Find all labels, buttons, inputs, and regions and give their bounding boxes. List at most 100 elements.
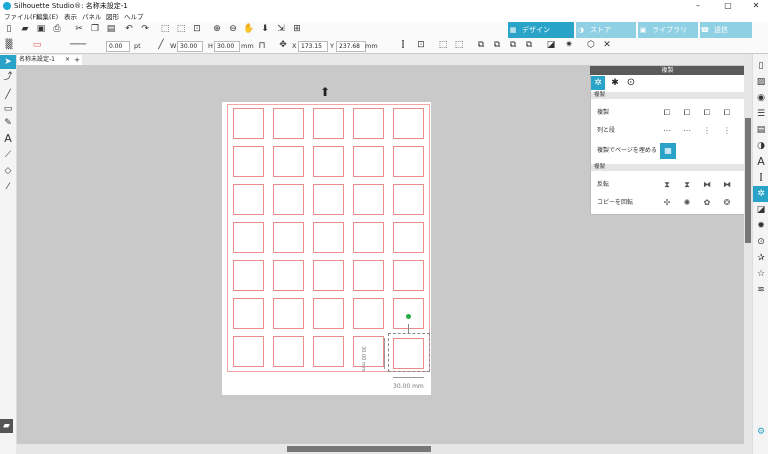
new-doc-icon[interactable]: ▯	[2, 22, 16, 36]
panel-replicate-tab-icon[interactable]: ✲	[591, 76, 605, 90]
close-window-button[interactable]: ✕	[746, 0, 766, 12]
fill-pattern-icon[interactable]: ▒	[2, 38, 16, 52]
bring-forward-icon[interactable]: ⧉	[506, 38, 520, 52]
rotate-three-icon[interactable]: ✺	[680, 198, 694, 208]
modify-icon[interactable]: ◪	[753, 202, 768, 218]
text-tool-icon[interactable]: A	[0, 132, 16, 146]
rectangle-tool-icon[interactable]: ▭	[0, 102, 16, 116]
redo-icon[interactable]: ↷	[138, 22, 152, 36]
duplicate-above-icon[interactable]: ⧠	[720, 108, 734, 118]
line-tool-icon[interactable]: ╱	[0, 88, 16, 102]
knife-tool-icon[interactable]: ⟋	[0, 148, 16, 162]
mirror-right-icon[interactable]: ⧓	[720, 180, 734, 190]
move-icon[interactable]: ✥	[276, 38, 290, 52]
menu-help[interactable]: ヘルプ	[124, 12, 144, 22]
minimize-button[interactable]: –	[688, 0, 708, 12]
lock-aspect-icon[interactable]: ⊓	[255, 39, 269, 53]
open-folder-icon[interactable]: ▰	[18, 22, 32, 36]
save-icon[interactable]: ▣	[34, 22, 48, 36]
replicated-square[interactable]	[353, 146, 384, 177]
move-down-icon[interactable]: ⬇	[258, 22, 272, 36]
replicated-square[interactable]	[273, 184, 304, 215]
rotate-handle[interactable]	[406, 314, 411, 319]
rotate-circle-icon[interactable]: ❂	[720, 198, 734, 208]
replicated-square[interactable]	[313, 222, 344, 253]
deselect-icon[interactable]: ⬚	[174, 22, 188, 36]
align-icon[interactable]: ⫿	[396, 38, 410, 52]
replicated-square[interactable]	[273, 336, 304, 367]
sketch-icon[interactable]: ✰	[753, 250, 768, 266]
tab-library[interactable]: ▣ ライブラリ	[638, 22, 698, 38]
replicated-square[interactable]	[353, 260, 384, 291]
tab-send[interactable]: ☎ 送信	[700, 22, 752, 38]
zoom-in-icon[interactable]: ⊕	[210, 22, 224, 36]
replicated-square[interactable]	[233, 108, 264, 139]
replicated-square[interactable]	[233, 146, 264, 177]
group-icon[interactable]: ⬚	[436, 38, 450, 52]
align-panel-icon[interactable]: ⫿	[753, 170, 768, 186]
replicated-square[interactable]	[393, 222, 424, 253]
fill-icon[interactable]: ▤	[753, 122, 768, 138]
replicated-square[interactable]	[353, 336, 384, 367]
select-tool-icon[interactable]: ➤	[0, 55, 16, 69]
fit-page-icon[interactable]: ⇲	[274, 22, 288, 36]
replicated-square[interactable]	[233, 298, 264, 329]
replicated-square[interactable]	[273, 108, 304, 139]
bring-front-icon[interactable]: ⧉	[474, 38, 488, 52]
replicated-square[interactable]	[313, 336, 344, 367]
replicated-square[interactable]	[393, 108, 424, 139]
fill-page-icon[interactable]: ▦	[660, 143, 676, 159]
cut-icon[interactable]: ✂	[72, 22, 86, 36]
replicated-square[interactable]	[273, 146, 304, 177]
mirror-left-icon[interactable]: ⧓	[700, 180, 714, 190]
menu-file[interactable]: ファイル(F)	[4, 12, 39, 22]
center-icon[interactable]: ⊡	[414, 38, 428, 52]
vertical-scrollbar[interactable]	[744, 54, 752, 444]
star-shape-icon[interactable]: ✷	[562, 38, 576, 52]
menu-edit[interactable]: 編集(E)	[36, 12, 58, 22]
panel-mirror-tab-icon[interactable]: ✱	[608, 76, 622, 90]
vertical-scroll-thumb[interactable]	[745, 118, 751, 243]
flip-horizontal-icon[interactable]: ⧗	[660, 180, 674, 190]
edit-points-icon[interactable]: ⤴	[0, 70, 16, 84]
paste-icon[interactable]: ▤	[104, 22, 118, 36]
y-position-input[interactable]: 237.68	[336, 41, 366, 52]
replicated-square[interactable]	[313, 146, 344, 177]
replicated-square[interactable]	[353, 184, 384, 215]
zoom-out-icon[interactable]: ⊖	[226, 22, 240, 36]
line-style-dropdown[interactable]: ───	[64, 38, 92, 52]
height-input[interactable]: 30.00	[214, 41, 240, 52]
column-of-three-icon[interactable]: ⋮	[700, 126, 714, 136]
replicated-square[interactable]	[313, 184, 344, 215]
menu-shape[interactable]: 図形	[106, 12, 119, 22]
print-icon[interactable]: ⎙	[50, 22, 64, 36]
add-tab-button[interactable]: +	[72, 55, 82, 65]
replicated-square[interactable]	[393, 260, 424, 291]
replicated-square[interactable]	[233, 184, 264, 215]
replicated-square[interactable]	[313, 298, 344, 329]
row-of-four-icon[interactable]: ⋯	[680, 126, 694, 136]
replicated-square[interactable]	[273, 222, 304, 253]
gear-icon[interactable]: ⚙	[753, 424, 768, 440]
undo-icon[interactable]: ↶	[122, 22, 136, 36]
replicated-square[interactable]	[313, 108, 344, 139]
selected-square[interactable]	[393, 338, 424, 369]
replicated-square[interactable]	[353, 108, 384, 139]
delete-icon[interactable]: ✕	[600, 38, 614, 52]
trace-icon[interactable]: ⊙	[753, 234, 768, 250]
flip-vertical-icon[interactable]: ⧗	[680, 180, 694, 190]
page-setup-icon[interactable]: ▯	[753, 58, 768, 74]
pan-icon[interactable]: ✋	[242, 22, 256, 36]
replicated-square[interactable]	[233, 222, 264, 253]
close-tab-icon[interactable]: ×	[65, 55, 70, 65]
menu-view[interactable]: 表示	[64, 12, 77, 22]
eyedropper-tool-icon[interactable]: ⁄	[0, 180, 16, 194]
line-style-icon[interactable]: ☰	[753, 106, 768, 122]
replicate-icon[interactable]: ✲	[753, 186, 768, 202]
line-color-icon[interactable]: ▭	[30, 38, 44, 52]
palette-icon[interactable]: ◉	[753, 90, 768, 106]
send-backward-icon[interactable]: ⧉	[522, 38, 536, 52]
box-icon[interactable]: ⬡	[584, 38, 598, 52]
color-icon[interactable]: ◑	[753, 138, 768, 154]
line-width-input[interactable]: 0.00	[106, 41, 130, 52]
